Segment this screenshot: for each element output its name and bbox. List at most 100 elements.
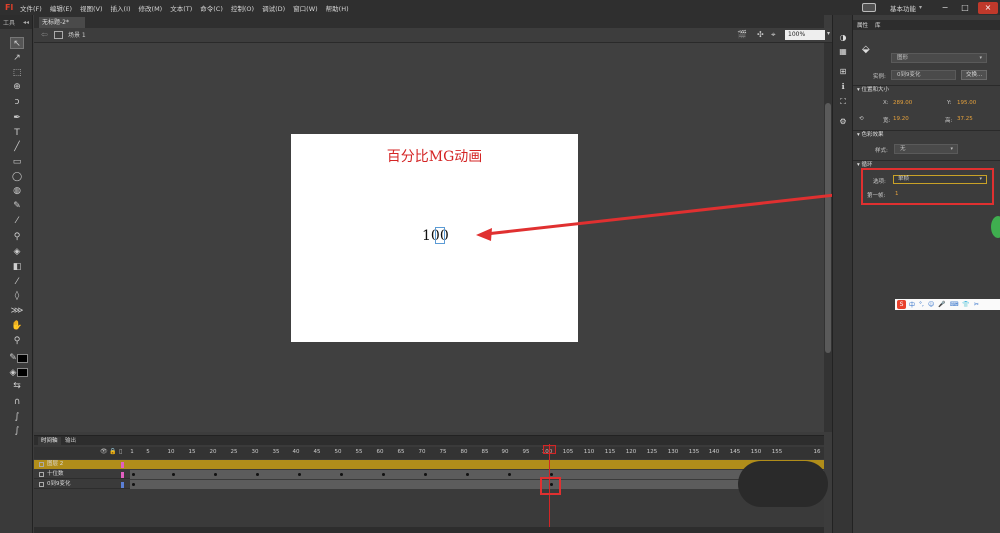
layer-name[interactable]: 0到9变化 <box>47 480 71 489</box>
sync-settings-icon[interactable] <box>861 3 876 12</box>
info-panel-icon[interactable]: ℹ <box>838 82 848 92</box>
selection-tool-icon[interactable]: ↖ <box>10 37 24 49</box>
components-panel-icon[interactable]: ⚙ <box>838 117 848 127</box>
keyframe[interactable] <box>298 473 301 476</box>
keyframe[interactable] <box>132 483 135 486</box>
menu-commands[interactable]: 命令(C) <box>200 3 223 13</box>
edit-symbols-icon[interactable]: ✣ <box>757 30 764 39</box>
eyedropper-tool-icon[interactable]: ⁄ <box>10 276 24 288</box>
polystar-tool-icon[interactable]: ◍ <box>10 185 24 197</box>
tab-properties[interactable]: 属性 <box>857 21 868 29</box>
workspace-switcher[interactable]: 基本功能 <box>890 3 916 13</box>
keyframe[interactable] <box>256 473 259 476</box>
chevron-down-icon[interactable]: ▾ <box>919 4 922 11</box>
selected-instance-box[interactable] <box>435 227 445 244</box>
tab-library[interactable]: 库 <box>875 21 881 29</box>
center-stage-icon[interactable]: ⌖ <box>771 30 776 40</box>
lasso-tool-icon[interactable]: ↄ <box>10 96 24 108</box>
eraser-tool-icon[interactable]: ◊ <box>10 290 24 302</box>
pencil-tool-icon[interactable]: ✎ <box>10 200 24 212</box>
floating-assistant-icon[interactable] <box>991 216 1000 238</box>
layer-color-swatch[interactable] <box>121 482 124 488</box>
document-tab[interactable]: 无标题-2* <box>39 17 85 28</box>
color-effect-section[interactable]: ▾ 色彩效果 <box>853 130 1000 139</box>
sogou-logo-icon[interactable]: S <box>897 300 906 309</box>
subselection-tool-icon[interactable]: ↗ <box>10 52 24 64</box>
position-size-section[interactable]: ▾ 位置和大小 <box>853 85 1000 94</box>
layer-color-swatch[interactable] <box>121 462 124 468</box>
layer-frames[interactable] <box>130 460 824 469</box>
swatches-panel-icon[interactable]: ▦ <box>838 47 848 57</box>
hand-tool-icon[interactable]: ✋ <box>10 320 24 332</box>
straighten-icon[interactable]: ∫ <box>10 425 24 437</box>
fill-color-swatch[interactable] <box>17 368 28 377</box>
paint-bucket-icon[interactable]: ◈ <box>10 246 24 258</box>
x-value[interactable]: 289.00 <box>893 100 912 106</box>
3d-rotation-icon[interactable]: ⊕ <box>10 81 24 93</box>
ime-tools-icon[interactable]: ✂ <box>974 301 979 308</box>
free-transform-icon[interactable]: ⬚ <box>10 67 24 79</box>
zoom-input[interactable]: 100% <box>785 30 825 40</box>
keyframe[interactable] <box>340 473 343 476</box>
outline-all-icon[interactable]: ▯ <box>119 448 122 455</box>
y-value[interactable]: 195.00 <box>957 100 976 106</box>
layer-frames[interactable] <box>130 470 824 479</box>
swap-button[interactable]: 交换... <box>961 70 988 80</box>
layer-color-swatch[interactable] <box>121 472 124 478</box>
style-select[interactable]: 无 ▾ <box>894 144 958 154</box>
layer-name[interactable]: 图层 2 <box>47 460 63 469</box>
menu-file[interactable]: 文件(F) <box>20 3 42 13</box>
ink-bottle-icon[interactable]: ◧ <box>10 261 24 273</box>
ime-skin-icon[interactable]: 👕 <box>962 301 969 308</box>
snap-magnet-icon[interactable]: ∩ <box>10 396 24 408</box>
menu-text[interactable]: 文本(T) <box>170 3 192 13</box>
rectangle-tool-icon[interactable]: ▭ <box>10 156 24 168</box>
width-tool-icon[interactable]: ⋙ <box>10 305 24 317</box>
bone-tool-icon[interactable]: ⚲ <box>10 231 24 243</box>
ime-keyboard-icon[interactable]: ⌨ <box>950 301 959 308</box>
edit-scene-icon[interactable]: 🎬 <box>737 30 747 39</box>
keyframe[interactable] <box>508 473 511 476</box>
close-button[interactable]: × <box>978 1 998 14</box>
collapse-icon[interactable]: ◂◂ <box>23 19 29 26</box>
keyframe[interactable] <box>214 473 217 476</box>
keyframe[interactable] <box>172 473 175 476</box>
scrollbar-thumb[interactable] <box>825 103 831 353</box>
show-all-icon[interactable]: 👁 <box>100 448 108 455</box>
menu-view[interactable]: 视图(V) <box>80 3 103 13</box>
width-value[interactable]: 19.20 <box>893 116 909 122</box>
layer-row[interactable]: 十位数 <box>34 470 824 479</box>
scene-label[interactable]: 场景 1 <box>68 30 86 39</box>
height-value[interactable]: 37.25 <box>957 116 973 122</box>
keyframe[interactable] <box>382 473 385 476</box>
brush-tool-icon[interactable]: ⁄ <box>10 215 24 227</box>
layer-name[interactable]: 十位数 <box>47 470 64 479</box>
minimize-button[interactable]: − <box>938 3 952 12</box>
ime-emoji-icon[interactable]: ☺ <box>928 301 934 308</box>
playhead-handle[interactable] <box>543 445 556 454</box>
tab-output[interactable]: 输出 <box>62 437 79 445</box>
layer-frames[interactable] <box>130 480 824 489</box>
smooth-icon[interactable]: ∫ <box>10 411 24 423</box>
text-tool-icon[interactable]: T <box>10 127 24 139</box>
tab-timeline[interactable]: 时间轴 <box>38 437 61 445</box>
menu-control[interactable]: 控制(O) <box>231 3 254 13</box>
keyframe[interactable] <box>550 473 553 476</box>
menu-edit[interactable]: 编辑(E) <box>50 3 72 13</box>
menu-window[interactable]: 窗口(W) <box>293 3 318 13</box>
layer-row[interactable]: 0到9变化 <box>34 480 824 489</box>
menu-debug[interactable]: 调试(D) <box>262 3 285 13</box>
menu-modify[interactable]: 修改(M) <box>139 3 163 13</box>
instance-type-select[interactable]: 图形 ▾ <box>891 53 987 63</box>
menu-help[interactable]: 帮助(H) <box>326 3 349 13</box>
stage-canvas[interactable]: 百分比MG动画 100 <box>291 134 578 342</box>
align-panel-icon[interactable]: ⊞ <box>838 67 848 77</box>
keyframe[interactable] <box>132 473 135 476</box>
transform-panel-icon[interactable]: ⛶ <box>838 97 848 107</box>
stroke-color-swatch[interactable] <box>17 354 28 363</box>
stage-title-text[interactable]: 百分比MG动画 <box>291 146 578 166</box>
line-tool-icon[interactable]: ╱ <box>10 141 24 153</box>
color-panel-icon[interactable]: ◑ <box>838 33 848 43</box>
ime-voice-icon[interactable]: 🎤 <box>938 301 945 308</box>
layer-row[interactable]: 图层 2 <box>34 460 824 469</box>
